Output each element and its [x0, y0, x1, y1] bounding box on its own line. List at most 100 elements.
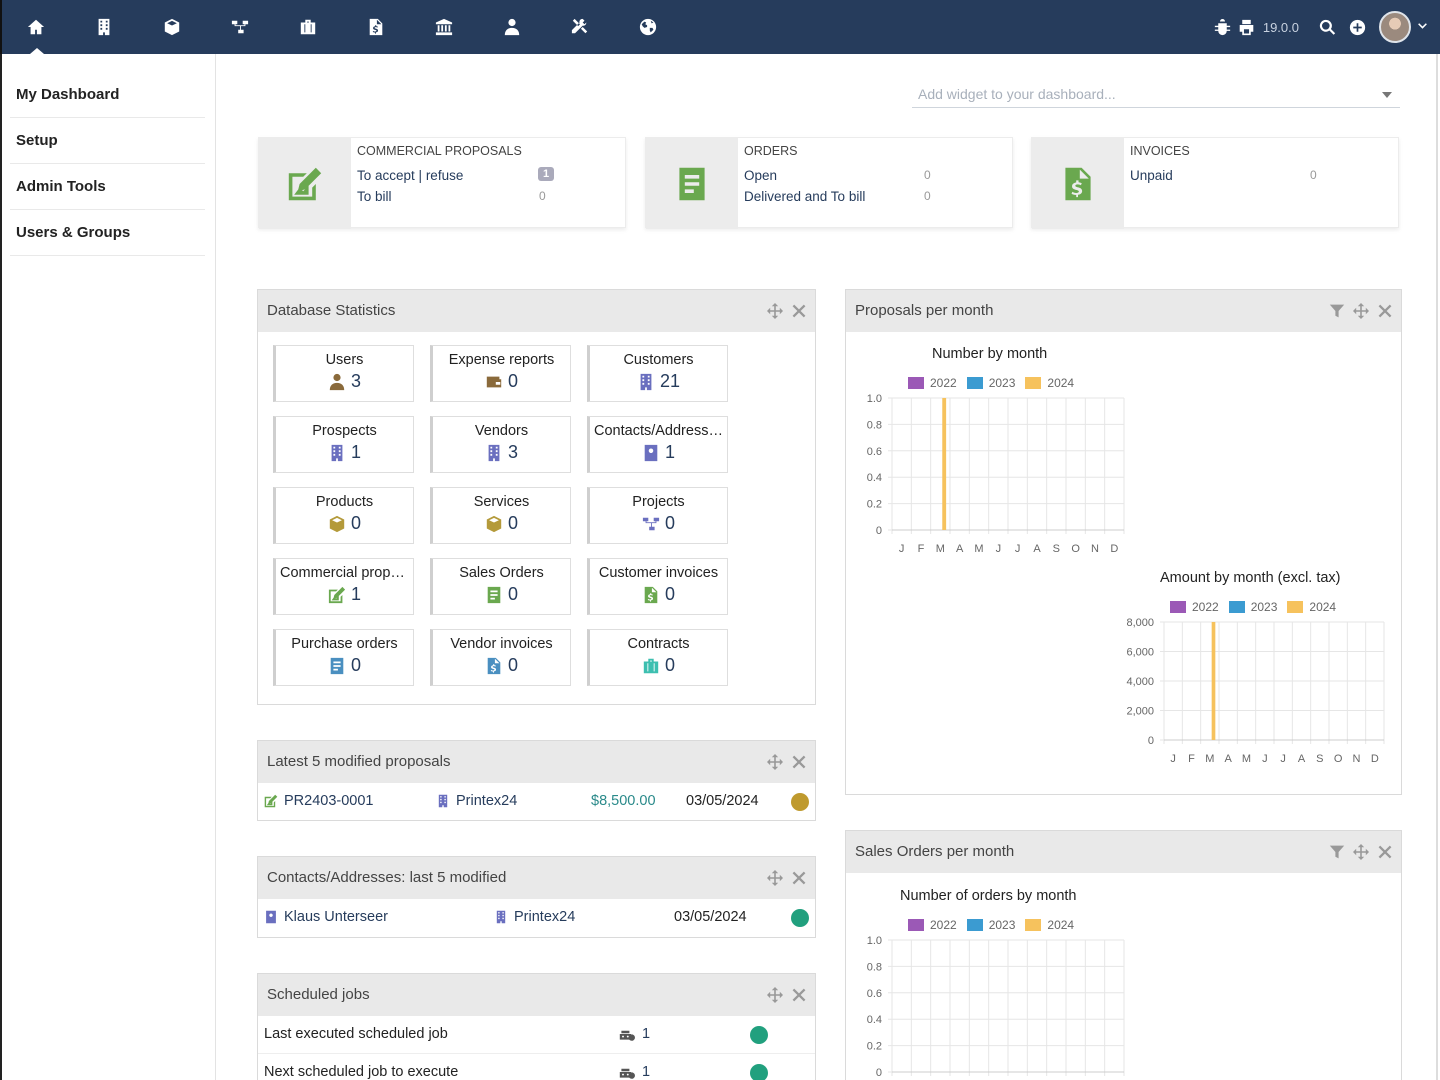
contact-name-link[interactable]: Klaus Unterseer — [264, 909, 388, 925]
company-link[interactable]: Printex24 — [494, 909, 575, 925]
job-count[interactable]: 1 — [618, 1026, 650, 1042]
nav-commercial[interactable] — [274, 0, 342, 54]
briefcase-icon — [299, 18, 317, 36]
company-link[interactable]: Printex24 — [436, 793, 517, 809]
panel-title: Proposals per month — [855, 302, 994, 319]
stat-box[interactable]: Projects 0 — [587, 487, 728, 544]
stat-box[interactable]: Contacts/Addresses 1 — [587, 416, 728, 473]
legend-label: 2023 — [988, 918, 1016, 932]
legend-swatch — [1170, 601, 1186, 613]
nav-hrm[interactable] — [478, 0, 546, 54]
user-icon — [328, 373, 346, 391]
sidebar-item-setup[interactable]: Setup — [10, 118, 205, 164]
latest-proposals-panel: Latest 5 modified proposals PR2403-0001 … — [257, 740, 816, 821]
proposal-ref-link[interactable]: PR2403-0001 — [264, 793, 374, 809]
filter-icon[interactable] — [1329, 303, 1345, 319]
count-badge[interactable]: 1 — [538, 167, 555, 181]
debug-button[interactable] — [1211, 0, 1235, 54]
stat-box[interactable]: Sales Orders 0 — [430, 558, 571, 615]
nav-bank[interactable] — [410, 0, 478, 54]
move-icon[interactable] — [767, 303, 783, 319]
nav-projects[interactable] — [206, 0, 274, 54]
nav-tools[interactable] — [546, 0, 614, 54]
to-accept-link[interactable]: To accept — [357, 168, 415, 183]
search-button[interactable] — [1315, 0, 1339, 54]
close-icon[interactable] — [791, 303, 807, 319]
move-icon[interactable] — [767, 870, 783, 886]
stat-box[interactable]: Vendors 3 — [430, 416, 571, 473]
stat-box[interactable]: Services 0 — [430, 487, 571, 544]
avatar[interactable] — [1379, 11, 1411, 43]
close-icon[interactable] — [791, 870, 807, 886]
legend-item[interactable]: 2022 — [908, 376, 957, 390]
stat-box[interactable]: Expense reports 0 — [430, 345, 571, 402]
move-icon[interactable] — [767, 987, 783, 1003]
close-icon[interactable] — [1377, 844, 1393, 860]
x-tick-label: S — [1053, 543, 1060, 555]
wallet-icon — [485, 373, 503, 391]
legend-item[interactable]: 2023 — [1228, 600, 1277, 614]
legend-item[interactable]: 2022 — [1170, 600, 1219, 614]
list-item[interactable]: PR2403-0001 Printex24 $8,500.00 03/05/20… — [258, 783, 815, 821]
stat-label: Purchase orders — [291, 636, 398, 652]
close-icon[interactable] — [791, 754, 807, 770]
summary-invoices: INVOICES Unpaid 0 — [1031, 137, 1399, 229]
move-icon[interactable] — [767, 754, 783, 770]
sidebar-item-users-groups[interactable]: Users & Groups — [10, 210, 205, 256]
close-icon[interactable] — [1377, 303, 1393, 319]
legend-item[interactable]: 2023 — [966, 918, 1016, 932]
add-widget-select[interactable]: Add widget to your dashboard... — [912, 80, 1400, 108]
stat-label: Prospects — [312, 423, 377, 439]
close-icon[interactable] — [791, 987, 807, 1003]
legend-item[interactable]: 2024 — [1287, 600, 1336, 614]
legend-item[interactable]: 2022 — [908, 918, 957, 932]
stat-box[interactable]: Prospects 1 — [273, 416, 414, 473]
to-bill-link[interactable]: To bill — [357, 189, 392, 204]
list-item[interactable]: Last executed scheduled job 1 — [258, 1016, 815, 1054]
invoice-icon — [1032, 138, 1124, 229]
move-icon[interactable] — [1353, 844, 1369, 860]
legend-item[interactable]: 2023 — [966, 376, 1015, 390]
open-link[interactable]: Open — [744, 168, 777, 183]
panel-title: Latest 5 modified proposals — [267, 753, 451, 770]
count-value: 0 — [1310, 168, 1317, 182]
filter-icon[interactable] — [1329, 844, 1345, 860]
cube-icon — [163, 18, 181, 36]
nav-home[interactable] — [2, 0, 70, 54]
sidebar-item-admin-tools[interactable]: Admin Tools — [10, 164, 205, 210]
count-value: 0 — [924, 168, 931, 182]
summary-proposals: COMMERCIAL PROPOSALS To accept | refuse … — [258, 137, 626, 229]
stat-box[interactable]: Contracts 0 — [587, 629, 728, 686]
list-item[interactable]: Next scheduled job to execute 1 — [258, 1054, 815, 1080]
stat-box[interactable]: Customer invoices 0 — [587, 558, 728, 615]
stat-label: Users — [325, 352, 364, 368]
unpaid-link[interactable]: Unpaid — [1130, 168, 1173, 183]
stat-box[interactable]: Products 0 — [273, 487, 414, 544]
refuse-link[interactable]: refuse — [426, 168, 464, 183]
stat-box[interactable]: Users 3 — [273, 345, 414, 402]
sidebar-item-my-dashboard[interactable]: My Dashboard — [10, 72, 205, 118]
nav-products[interactable] — [138, 0, 206, 54]
print-button[interactable] — [1235, 0, 1259, 54]
delivered-to-bill-link[interactable]: Delivered and To bill — [744, 189, 865, 204]
stat-value: 0 — [590, 584, 727, 605]
legend-item[interactable]: 2024 — [1025, 918, 1074, 932]
x-tick-label: D — [1110, 543, 1118, 555]
quick-add-button[interactable] — [1345, 0, 1369, 54]
user-menu-toggle[interactable] — [1417, 19, 1428, 35]
stat-number: 0 — [507, 655, 518, 675]
stat-box[interactable]: Commercial proposals 1 — [273, 558, 414, 615]
nav-website[interactable] — [614, 0, 682, 54]
legend-item[interactable]: 2024 — [1025, 376, 1074, 390]
stat-box[interactable]: Vendor invoices 0 — [430, 629, 571, 686]
nav-billing[interactable] — [342, 0, 410, 54]
stat-label: Services — [473, 494, 530, 510]
database-statistics-panel: Database Statistics Users 3 Expense report… — [257, 289, 816, 705]
move-icon[interactable] — [1353, 303, 1369, 319]
list-item[interactable]: Klaus Unterseer Printex24 03/05/2024 — [258, 899, 815, 937]
stat-box[interactable]: Purchase orders 0 — [273, 629, 414, 686]
stat-box[interactable]: Customers 21 — [587, 345, 728, 402]
job-count[interactable]: 1 — [618, 1064, 650, 1080]
nav-companies[interactable] — [70, 0, 138, 54]
print-icon — [1238, 19, 1255, 36]
